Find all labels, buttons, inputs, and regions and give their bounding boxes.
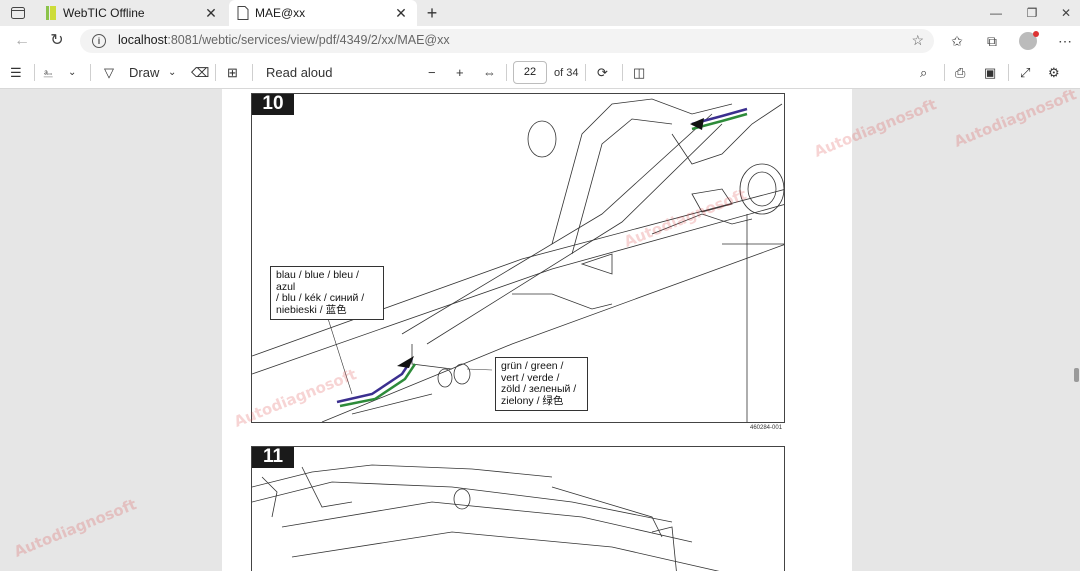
close-window-icon[interactable]: ✕	[1056, 4, 1076, 22]
toolbar-divider	[585, 64, 586, 81]
toolbar-divider	[622, 64, 623, 81]
new-tab-button[interactable]: +	[421, 2, 443, 24]
url-text[interactable]: localhost:8081/webtic/services/view/pdf/…	[118, 33, 450, 47]
site-info-icon[interactable]: i	[92, 34, 106, 48]
toolbar-divider	[506, 64, 507, 81]
mower-top-drawing	[252, 464, 720, 571]
pdf-viewer[interactable]: 10 blau / blue / bleu / azul / blu / kék…	[0, 89, 1080, 571]
highlight-icon[interactable]: ⎁	[43, 64, 53, 82]
save-icon[interactable]: ▣	[984, 64, 996, 82]
toolbar-divider	[215, 64, 216, 81]
back-button[interactable]: ←	[11, 30, 33, 52]
zoom-out-icon[interactable]: −	[428, 64, 436, 82]
step-11-illustration	[251, 446, 785, 571]
tab-title: MAE@xx	[255, 6, 306, 20]
page-view-icon[interactable]: ◫	[633, 64, 645, 82]
refresh-button[interactable]: ↻	[46, 30, 68, 52]
toolbar-divider	[90, 64, 91, 81]
restore-icon[interactable]: ❐	[1022, 4, 1042, 22]
settings-gear-icon[interactable]: ⚙	[1048, 64, 1060, 82]
address-bar[interactable]: i localhost:8081/webtic/services/view/pd…	[80, 29, 934, 53]
toolbar-divider	[252, 64, 253, 81]
toolbar-divider	[944, 64, 945, 81]
search-icon[interactable]: ⌕	[920, 64, 927, 82]
draw-icon[interactable]: ▽	[104, 64, 114, 82]
print-icon[interactable]: ⎙	[955, 64, 965, 82]
favorites-icon[interactable]: ✩	[947, 32, 967, 50]
pdf-page: 10 blau / blue / bleu / azul / blu / kék…	[222, 89, 852, 571]
tab-actions-button[interactable]	[7, 4, 29, 22]
draw-chevron-down-icon[interactable]: ⌄	[168, 64, 176, 82]
minimize-icon[interactable]: —	[986, 4, 1006, 22]
eraser-icon[interactable]: ⌫	[191, 64, 209, 82]
toolbar-divider	[1008, 64, 1009, 81]
total-pages-label: of 34	[554, 67, 579, 79]
tab-actions-icon	[11, 7, 25, 19]
toolbar-divider	[34, 64, 35, 81]
figure-reference: 460284-001	[750, 425, 783, 431]
profile-status-badge	[1033, 31, 1039, 37]
document-favicon-icon	[237, 6, 249, 20]
watermark-text: Autodiagnosoft	[951, 89, 1080, 151]
add-favorite-icon[interactable]: ☆	[911, 32, 924, 49]
tab-title: WebTIC Offline	[63, 6, 145, 20]
callout-green-wire: grün / green / vert / verde / zöld / зел…	[495, 357, 588, 411]
page-number-input[interactable]: 22	[513, 61, 547, 84]
draw-button[interactable]: Draw	[129, 64, 159, 82]
tab-mae[interactable]: MAE@xx ✕	[229, 0, 417, 26]
close-tab-icon[interactable]: ✕	[203, 5, 219, 21]
collections-icon[interactable]: ⧉	[982, 32, 1002, 50]
vertical-scrollbar-thumb[interactable]	[1074, 368, 1079, 382]
tab-strip: WebTIC Offline ✕ MAE@xx ✕ + — ❐ ✕	[0, 0, 1080, 26]
more-options-icon[interactable]: ⋯	[1055, 32, 1075, 50]
watermark-text: Autodiagnosoft	[11, 495, 140, 561]
pop-out-icon[interactable]: ⤢	[1020, 64, 1030, 82]
address-bar-row: ← ↻ i localhost:8081/webtic/services/vie…	[0, 26, 1080, 56]
table-of-contents-icon[interactable]: ☰	[10, 64, 22, 82]
pdf-toolbar: ☰ ⎁ ⌄ ▽ Draw ⌄ ⌫ ⊞ Read aloud − + ⇔ 22 o…	[0, 56, 1080, 89]
highlight-chevron-down-icon[interactable]: ⌄	[68, 64, 76, 82]
tab-webtic-offline[interactable]: WebTIC Offline ✕	[37, 0, 227, 26]
text-box-icon[interactable]: ⊞	[227, 64, 238, 82]
zoom-in-icon[interactable]: +	[456, 64, 464, 82]
close-tab-icon[interactable]: ✕	[393, 5, 409, 21]
fit-to-page-icon[interactable]: ⇔	[483, 64, 496, 82]
webtic-favicon-icon	[46, 6, 56, 20]
read-aloud-button[interactable]: Read aloud	[266, 64, 333, 82]
callout-blue-wire: blau / blue / bleu / azul / blu / kék / …	[270, 266, 384, 320]
rotate-icon[interactable]: ⟳	[597, 64, 608, 82]
